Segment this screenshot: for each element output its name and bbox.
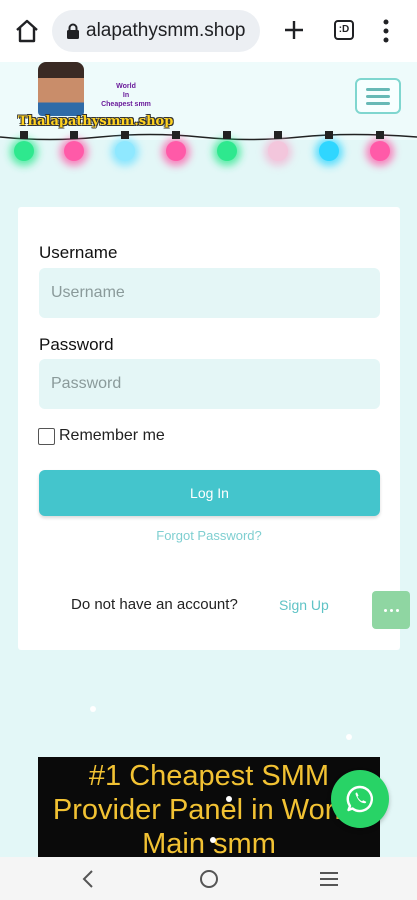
logo-portrait — [38, 62, 84, 116]
forgot-password-link[interactable]: Forgot Password? — [18, 528, 400, 543]
login-button[interactable]: Log In — [39, 470, 380, 516]
tab-switcher-button[interactable]: :D — [334, 20, 354, 40]
promo-banner[interactable]: #1 Cheapest SMM Provider Panel in World!… — [38, 757, 380, 857]
whatsapp-button[interactable] — [331, 770, 389, 828]
home-icon[interactable] — [14, 18, 40, 44]
more-options-icon[interactable] — [380, 18, 392, 44]
sign-up-link[interactable]: Sign Up — [279, 597, 329, 613]
no-account-text: Do not have an account? — [71, 596, 238, 613]
hamburger-menu-button[interactable] — [355, 78, 401, 114]
back-icon[interactable] — [80, 869, 96, 889]
snow-particle — [346, 734, 352, 740]
username-label: Username — [39, 243, 118, 262]
logo-text: Thalapathysmm.shop — [18, 114, 174, 129]
snow-particle — [90, 706, 96, 712]
menu-line — [366, 94, 390, 98]
home-nav-icon[interactable] — [198, 868, 220, 890]
url-text: alapathysmm.shop — [86, 20, 246, 41]
lock-icon — [67, 23, 79, 39]
promo-banner-text: #1 Cheapest SMM Provider Panel in World!… — [52, 760, 366, 857]
dot-icon — [383, 608, 387, 612]
logo-badge-line: Cheapest smm — [101, 101, 151, 108]
username-input[interactable] — [39, 268, 380, 318]
remember-me-row: Remember me — [38, 427, 165, 445]
android-navigation-bar — [0, 857, 417, 900]
logo-badge-line: World — [116, 83, 136, 90]
menu-line — [366, 101, 390, 105]
address-bar[interactable]: alapathysmm.shop — [52, 10, 260, 52]
string-lights-decoration — [0, 131, 417, 166]
login-card: Username Password Remember me Log In For… — [18, 207, 400, 650]
password-label: Password — [39, 335, 114, 354]
snow-particle — [210, 837, 216, 843]
browser-toolbar: alapathysmm.shop :D — [0, 0, 417, 62]
password-input[interactable] — [39, 359, 380, 409]
recent-apps-icon[interactable] — [318, 870, 340, 888]
site-logo[interactable]: World In Cheapest smm Thalapathysmm.shop — [18, 62, 173, 134]
whatsapp-icon — [346, 785, 373, 813]
new-tab-icon[interactable] — [282, 18, 306, 42]
menu-line — [366, 87, 390, 91]
dot-icon — [389, 608, 393, 612]
remember-me-checkbox[interactable] — [38, 427, 55, 445]
logo-badge: World In Cheapest smm — [86, 82, 166, 112]
dot-icon — [395, 608, 399, 612]
remember-me-label[interactable]: Remember me — [59, 427, 165, 445]
chat-widget-button[interactable] — [372, 591, 410, 629]
snow-particle — [226, 796, 232, 802]
logo-badge-line: In — [122, 92, 130, 99]
